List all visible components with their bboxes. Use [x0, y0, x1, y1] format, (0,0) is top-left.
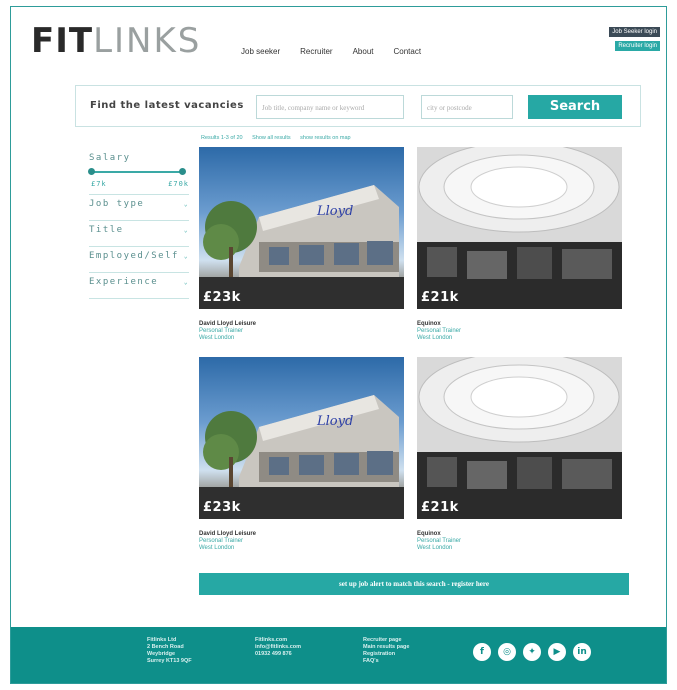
job-company[interactable]: Equinox	[417, 321, 622, 327]
salary-min-value: £7k	[91, 180, 107, 188]
job-company[interactable]: David Lloyd Leisure	[199, 531, 404, 537]
footer: Fitlinks Ltd 2 Bench Road Weybridge Surr…	[11, 627, 666, 683]
salary-max-handle[interactable]	[179, 168, 186, 175]
footer-line: Surrey KT13 9QF	[147, 658, 192, 664]
job-salary: £21k	[421, 500, 459, 515]
search-bar: Find the latest vacancies Job title, com…	[75, 85, 641, 127]
job-image-building: Lloyd £23k	[199, 147, 404, 309]
gym-interior-illustration	[417, 147, 622, 309]
youtube-icon[interactable]: ▶	[548, 643, 566, 661]
svg-text:Lloyd: Lloyd	[316, 204, 353, 219]
footer-email-link[interactable]: info@fitlinks.com	[255, 644, 301, 651]
chevron-down-icon: ⌄	[183, 227, 189, 234]
job-company[interactable]: Equinox	[417, 531, 622, 537]
filter-sidebar: Salary £7k £70k Job type ⌄ Title ⌄ Employe…	[88, 149, 189, 299]
job-seeker-login-button[interactable]: Job Seeker login	[609, 27, 660, 37]
chevron-down-icon: ⌄	[183, 253, 189, 260]
footer-contact: Fitlinks.com info@fitlinks.com 01932 499…	[255, 637, 301, 658]
svg-text:Lloyd: Lloyd	[316, 414, 353, 429]
job-location: West London	[417, 335, 453, 341]
job-role: Personal Trainer	[199, 538, 244, 544]
job-salary: £21k	[421, 290, 459, 305]
filter-title[interactable]: Title ⌄	[89, 221, 189, 247]
footer-line: 2 Bench Road	[147, 644, 184, 650]
filter-employed-self[interactable]: Employed/Self ⌄	[89, 247, 189, 273]
nav-job-seeker[interactable]: Job seeker	[241, 47, 280, 56]
nav-about[interactable]: About	[353, 47, 374, 56]
filter-label: Title	[89, 225, 124, 235]
salary-filter: Salary £7k £70k	[88, 149, 189, 195]
job-company[interactable]: David Lloyd Leisure	[199, 321, 404, 327]
recruiter-login-button[interactable]: Recruiter login	[615, 41, 660, 51]
salary-range-slider[interactable]	[88, 168, 186, 175]
gym-interior-illustration	[417, 357, 622, 519]
nav-recruiter[interactable]: Recruiter	[300, 47, 332, 56]
footer-links: Recruiter page Main results page Registr…	[363, 637, 409, 665]
show-all-results-link[interactable]: Show all results	[252, 135, 291, 141]
job-image-building: Lloyd £23k	[199, 357, 404, 519]
nav-contact[interactable]: Contact	[394, 47, 422, 56]
job-image-gym: £21k	[417, 357, 622, 519]
footer-line: Weybridge	[147, 651, 176, 657]
job-location: West London	[199, 335, 235, 341]
social-links: f ◎ ✦ ▶ in	[473, 643, 591, 661]
linkedin-icon[interactable]: in	[573, 643, 591, 661]
chevron-down-icon: ⌄	[183, 279, 189, 286]
footer-phone: 01932 499 876	[255, 651, 292, 657]
footer-link-registration[interactable]: Registration	[363, 651, 409, 658]
job-alert-button[interactable]: set up job alert to match this search - …	[199, 573, 629, 595]
twitter-icon[interactable]: ✦	[523, 643, 541, 661]
salary-min-handle[interactable]	[88, 168, 95, 175]
job-role: Personal Trainer	[417, 538, 462, 544]
job-card[interactable]: £21k Equinox Personal Trainer West Londo…	[417, 147, 622, 341]
job-image-gym: £21k	[417, 147, 622, 309]
results-count: Results 1-3 of 20	[201, 135, 243, 141]
instagram-icon[interactable]: ◎	[498, 643, 516, 661]
facebook-icon[interactable]: f	[473, 643, 491, 661]
results-summary: Results 1-3 of 20 Show all results show …	[201, 135, 359, 141]
logo-bold-text: FIT	[31, 21, 94, 61]
job-salary: £23k	[203, 290, 241, 305]
location-search-input[interactable]: city or postcode	[421, 95, 513, 119]
search-heading: Find the latest vacancies	[90, 100, 244, 111]
footer-link-results[interactable]: Main results page	[363, 644, 409, 651]
search-button[interactable]: Search	[528, 95, 622, 119]
job-card[interactable]: £21k Equinox Personal Trainer West Londo…	[417, 357, 622, 551]
fitlinks-logo[interactable]: FITLINKS	[31, 21, 201, 61]
job-location: West London	[199, 545, 235, 551]
job-salary: £23k	[203, 500, 241, 515]
footer-link-recruiter[interactable]: Recruiter page	[363, 637, 409, 644]
footer-address: Fitlinks Ltd 2 Bench Road Weybridge Surr…	[147, 637, 192, 665]
keyword-search-input[interactable]: Job title, company name or keyword	[256, 95, 404, 119]
building-illustration: Lloyd	[199, 185, 404, 309]
job-role: Personal Trainer	[199, 328, 244, 334]
building-illustration: Lloyd	[199, 395, 404, 519]
page-frame: FITLINKS Job seeker Recruiter About Cont…	[10, 6, 667, 684]
filter-experience[interactable]: Experience ⌄	[89, 273, 189, 299]
chevron-down-icon: ⌄	[183, 201, 189, 208]
show-results-map-link[interactable]: show results on map	[300, 135, 350, 141]
salary-filter-label: Salary	[89, 153, 131, 163]
filter-job-type[interactable]: Job type ⌄	[89, 195, 189, 221]
salary-max-value: £70k	[168, 180, 189, 188]
job-role: Personal Trainer	[417, 328, 462, 334]
logo-light-text: LINKS	[93, 21, 202, 61]
filter-label: Employed/Self	[89, 251, 179, 261]
job-card[interactable]: Lloyd £23k David Lloyd Leisure Personal …	[199, 357, 404, 551]
filter-label: Job type	[89, 199, 145, 209]
footer-link-faq[interactable]: FAQ's	[363, 658, 409, 665]
filter-label: Experience	[89, 277, 159, 287]
footer-website-link[interactable]: Fitlinks.com	[255, 637, 301, 644]
job-location: West London	[417, 545, 453, 551]
job-card[interactable]: Lloyd £23k David Lloyd Leisure Personal …	[199, 147, 404, 341]
footer-line: Fitlinks Ltd	[147, 637, 177, 643]
main-nav: Job seeker Recruiter About Contact	[241, 47, 441, 56]
